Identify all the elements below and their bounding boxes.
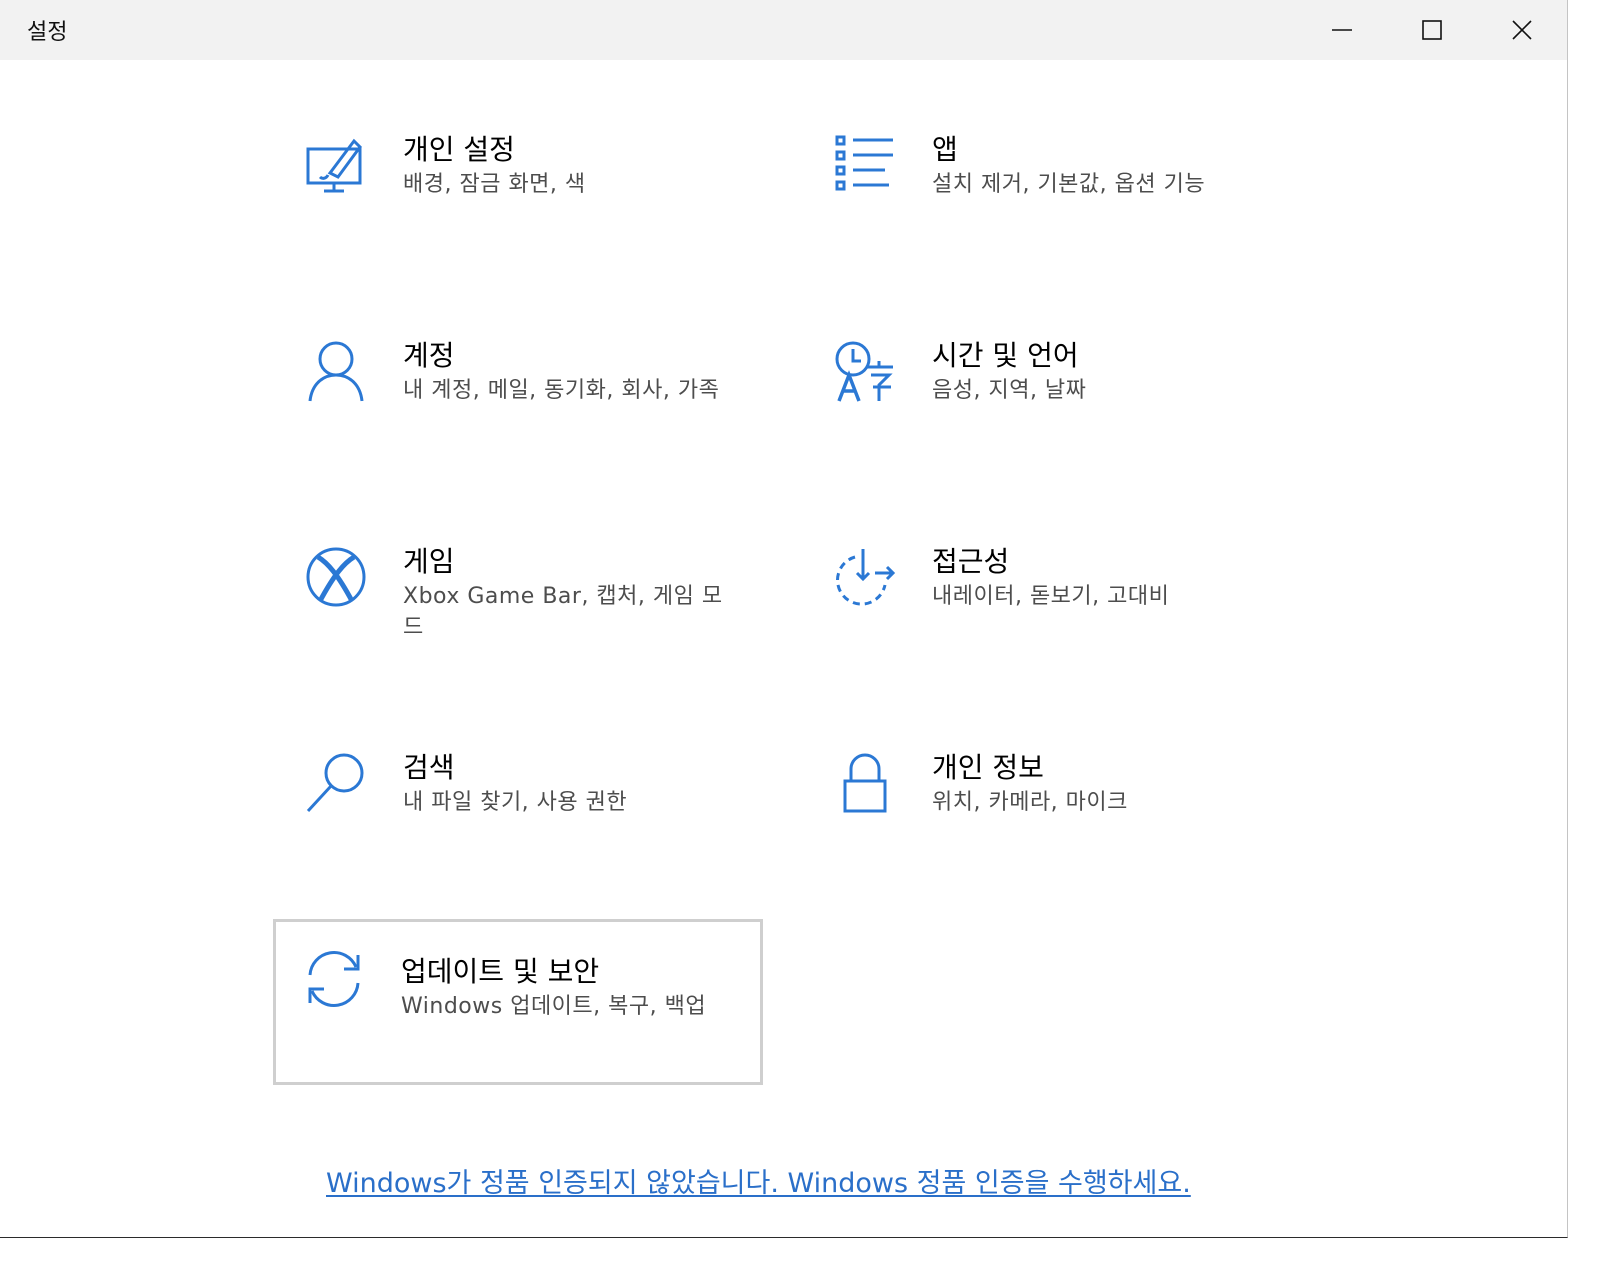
tile-title: 게임 — [403, 545, 455, 578]
lock-icon — [833, 751, 897, 815]
tile-title: 개인 정보 — [932, 751, 1044, 784]
tile-description: 배경, 잠금 화면, 색 — [403, 172, 586, 197]
tile-privacy[interactable]: 개인 정보 위치, 카메라, 마이크 — [804, 740, 1290, 900]
tile-description: 내 계정, 메일, 동기화, 회사, 가족 — [403, 378, 720, 403]
apps-icon — [833, 133, 897, 197]
tile-description: 내레이터, 돋보기, 고대비 — [932, 584, 1170, 609]
tile-title: 업데이트 및 보안 — [401, 955, 600, 988]
tile-description: Xbox Game Bar, 캡처, 게임 모드 — [403, 584, 723, 640]
person-icon — [304, 339, 368, 403]
tile-time-language[interactable]: 시간 및 언어 음성, 지역, 날짜 — [804, 328, 1290, 488]
tile-title: 앱 — [932, 133, 958, 166]
tile-title: 시간 및 언어 — [932, 339, 1079, 372]
personalization-icon — [304, 133, 368, 197]
settings-window: 설정 개인 설정 배경, 잠금 화면, 색 앱 설치 제거, 기본값, 옵션 기… — [0, 0, 1568, 1238]
tile-description: 설치 제거, 기본값, 옵션 기능 — [932, 172, 1206, 197]
tile-title: 개인 설정 — [403, 133, 515, 166]
window-title: 설정 — [27, 20, 68, 45]
tile-description: 위치, 카메라, 마이크 — [932, 790, 1128, 815]
maximize-icon — [1422, 20, 1442, 40]
tile-title: 접근성 — [932, 545, 1010, 578]
tile-gaming[interactable]: 게임 Xbox Game Bar, 캡처, 게임 모드 — [275, 534, 761, 694]
tile-accounts[interactable]: 계정 내 계정, 메일, 동기화, 회사, 가족 — [275, 328, 761, 488]
tile-title: 계정 — [403, 339, 455, 372]
accessibility-icon — [833, 545, 897, 609]
tile-apps[interactable]: 앱 설치 제거, 기본값, 옵션 기능 — [804, 122, 1290, 282]
tile-search[interactable]: 검색 내 파일 찾기, 사용 권한 — [275, 740, 761, 900]
search-icon — [304, 751, 368, 815]
tile-description: Windows 업데이트, 복구, 백업 — [401, 994, 707, 1019]
minimize-button[interactable] — [1297, 0, 1387, 60]
activation-link[interactable]: Windows가 정품 인증되지 않았습니다. Windows 정품 인증을 수… — [326, 1161, 1191, 1200]
tile-title: 검색 — [403, 751, 455, 784]
close-button[interactable] — [1477, 0, 1567, 60]
tile-personalization[interactable]: 개인 설정 배경, 잠금 화면, 색 — [275, 122, 761, 282]
xbox-icon — [304, 545, 368, 609]
tile-accessibility[interactable]: 접근성 내레이터, 돋보기, 고대비 — [804, 534, 1290, 694]
maximize-button[interactable] — [1387, 0, 1477, 60]
tile-update-security[interactable]: 업데이트 및 보안 Windows 업데이트, 복구, 백업 — [273, 919, 763, 1085]
tile-description: 음성, 지역, 날짜 — [932, 378, 1087, 403]
sync-icon — [302, 947, 366, 1011]
tile-description: 내 파일 찾기, 사용 권한 — [403, 790, 628, 815]
title-bar: 설정 — [0, 0, 1567, 60]
minimize-icon — [1332, 29, 1352, 31]
close-icon — [1512, 20, 1532, 40]
time-language-icon — [833, 339, 897, 403]
